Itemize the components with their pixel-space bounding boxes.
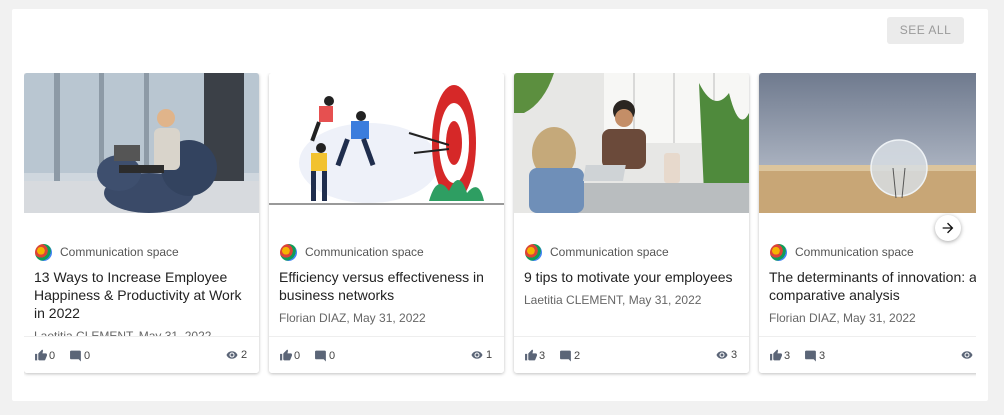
comment-button[interactable]: 0 <box>69 349 90 362</box>
space-logo-icon <box>525 243 542 261</box>
article-image[interactable] <box>759 73 976 213</box>
views-stat <box>959 349 976 361</box>
space-name: Communication space <box>305 245 424 259</box>
space-name: Communication space <box>60 245 179 259</box>
views-stat: 1 <box>469 349 492 361</box>
comment-icon <box>560 350 571 362</box>
article-image[interactable] <box>24 73 259 213</box>
article-title[interactable]: 13 Ways to Increase Employee Happiness &… <box>34 268 254 322</box>
article-meta: Florian DIAZ, May 31, 2022 <box>769 311 916 325</box>
article-image[interactable] <box>269 73 504 213</box>
thumb-up-icon <box>280 349 292 361</box>
article-meta: Florian DIAZ, May 31, 2022 <box>279 311 426 325</box>
like-count: 0 <box>294 349 301 362</box>
like-button[interactable]: 3 <box>524 349 545 362</box>
space-logo-icon <box>35 243 52 261</box>
views-count: 3 <box>731 349 738 361</box>
comment-icon <box>70 350 81 362</box>
article-title[interactable]: The determinants of innovation: a compar… <box>769 268 976 304</box>
views-stat: 3 <box>714 349 737 361</box>
comment-count: 0 <box>329 349 336 362</box>
article-stats: 3 3 <box>759 336 976 373</box>
comment-count: 2 <box>574 349 581 362</box>
space-name: Communication space <box>795 245 914 259</box>
space-logo-icon <box>280 243 297 261</box>
comment-button[interactable]: 0 <box>314 349 335 362</box>
comment-icon <box>805 350 816 362</box>
article-meta: Laetitia CLEMENT, May 31, 2022 <box>524 293 702 307</box>
space-tag[interactable]: Communication space <box>35 243 179 261</box>
views-count: 2 <box>241 349 248 361</box>
space-tag[interactable]: Communication space <box>280 243 424 261</box>
like-count: 3 <box>539 349 546 362</box>
comment-button[interactable]: 2 <box>559 349 580 362</box>
eye-icon <box>716 351 728 359</box>
space-name: Communication space <box>550 245 669 259</box>
views-count: 1 <box>486 349 493 361</box>
article-card[interactable]: Communication space 13 Ways to Increase … <box>24 73 259 373</box>
comment-button[interactable]: 3 <box>804 349 825 362</box>
article-stats: 0 0 1 <box>269 336 504 373</box>
comment-count: 3 <box>819 349 826 362</box>
eye-icon <box>961 351 973 359</box>
thumb-up-icon <box>770 349 782 361</box>
like-button[interactable]: 3 <box>769 349 790 362</box>
articles-panel: SEE ALL Communication space 13 Ways to I… <box>12 9 988 401</box>
like-count: 3 <box>784 349 791 362</box>
article-card[interactable]: Communication space Efficiency versus ef… <box>269 73 504 373</box>
space-logo-icon <box>770 243 787 261</box>
article-stats: 3 2 3 <box>514 336 749 373</box>
article-card[interactable]: Communication space 9 tips to motivate y… <box>514 73 749 373</box>
articles-carousel: Communication space 13 Ways to Increase … <box>24 73 976 383</box>
space-tag[interactable]: Communication space <box>770 243 914 261</box>
comment-icon <box>315 350 326 362</box>
eye-icon <box>471 351 483 359</box>
like-button[interactable]: 0 <box>34 349 55 362</box>
thumb-up-icon <box>525 349 537 361</box>
space-tag[interactable]: Communication space <box>525 243 669 261</box>
article-title[interactable]: 9 tips to motivate your employees <box>524 268 744 286</box>
arrow-right-icon <box>942 222 954 234</box>
eye-icon <box>226 351 238 359</box>
article-title[interactable]: Efficiency versus effectiveness in busin… <box>279 268 499 304</box>
article-stats: 0 0 2 <box>24 336 259 373</box>
thumb-up-icon <box>35 349 47 361</box>
see-all-button[interactable]: SEE ALL <box>887 17 964 44</box>
comment-count: 0 <box>84 349 91 362</box>
like-count: 0 <box>49 349 56 362</box>
like-button[interactable]: 0 <box>279 349 300 362</box>
carousel-next-button[interactable] <box>935 215 961 241</box>
views-stat: 2 <box>224 349 247 361</box>
article-image[interactable] <box>514 73 749 213</box>
